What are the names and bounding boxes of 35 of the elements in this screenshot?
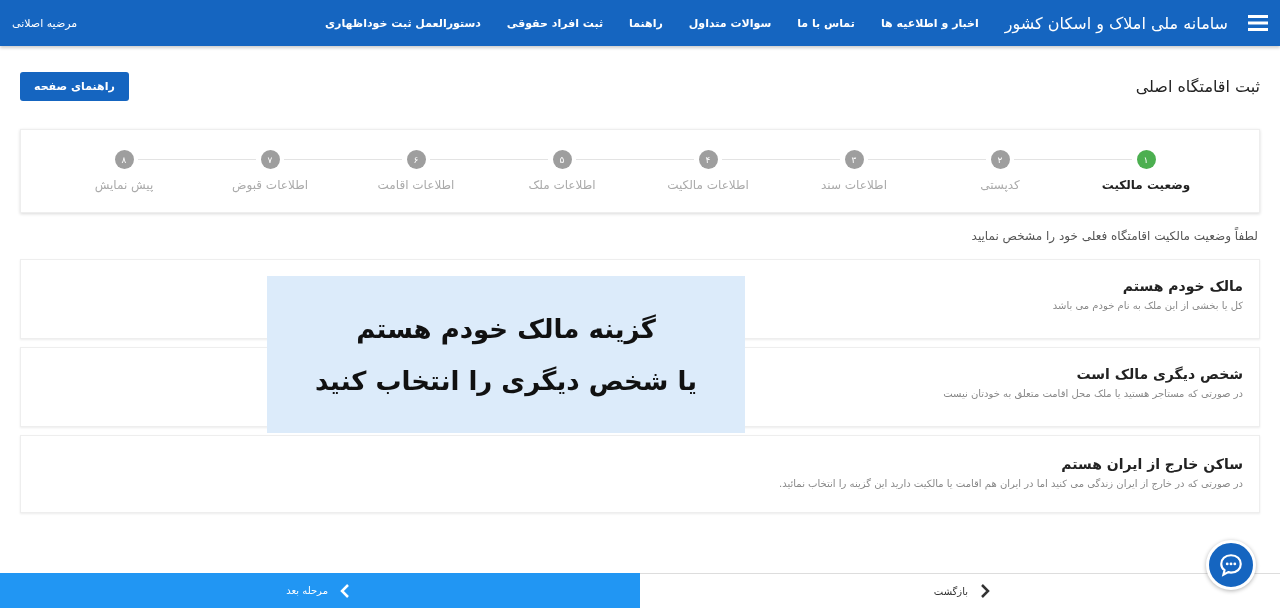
option-title: ساکن خارج از ایران هستم (1061, 456, 1243, 472)
page-title: ثبت اقامتگاه اصلی (1135, 77, 1260, 96)
step-label[interactable]: وضعیت مالکیت (1101, 178, 1191, 192)
step-number: ۷ (260, 150, 280, 169)
step-number: ۴ (698, 150, 718, 169)
step-number: ۶ (406, 150, 426, 169)
nav-link[interactable]: دستورالعمل ثبت خوداظهاری (325, 16, 481, 30)
step-number: ۸ (114, 150, 134, 169)
user-name[interactable]: مرضیه اصلانی (12, 16, 78, 30)
step-number: ۳ (844, 150, 864, 169)
app-title: سامانه ملی املاک و اسکان کشور (1004, 13, 1228, 33)
option-title: مالک خودم هستم (1122, 278, 1243, 294)
step-number: ۵ (552, 150, 572, 169)
step-number: ۱ (1136, 150, 1156, 169)
next-step-button[interactable]: مرحله بعد (0, 573, 640, 608)
option-description: در صورتی که در خارج از ایران زندگی می کنید اما در ایران هم اقامت یا مالکیت دارید این گزینه را انتخاب نمائید. (779, 478, 1243, 489)
annotation-text: گزینه مالک خودم هستم (356, 313, 656, 344)
instruction-text: لطفاً وضعیت مالکیت اقامتگاه فعلی خود را مشخص نمایید (970, 229, 1258, 243)
option-title: شخص دیگری مالک است (1076, 366, 1243, 382)
chat-button[interactable] (1206, 540, 1256, 590)
chat-bubble-icon (1218, 552, 1244, 578)
nav-link[interactable]: راهنما (629, 16, 663, 30)
option-description: کل یا بخشی از این ملک به نام خودم می باشد (1052, 300, 1243, 311)
menu-icon[interactable] (1248, 15, 1268, 31)
chevron-right-icon (980, 583, 990, 599)
step-number: ۲ (990, 150, 1010, 169)
nav-link[interactable]: سوالات متداول (688, 16, 772, 30)
nav-link[interactable]: ثبت افراد حقوقی (506, 16, 604, 30)
option-description: در صورتی که مستاجر هستید یا ملک محل اقامت متعلق به خودتان نیست (943, 388, 1243, 399)
option-card[interactable]: ساکن خارج از ایران هستم در صورتی که در خارج از ایران زندگی می کنید اما در ایران هم اقامت یا مالکیت دارید این گزینه را انتخاب نمائید. (20, 435, 1260, 513)
nav-link[interactable]: اخبار و اطلاعیه ها (880, 16, 979, 30)
page-help-button[interactable]: راهنمای صفحه (20, 72, 129, 101)
nav-link[interactable]: تماس با ما (797, 16, 855, 30)
chevron-left-icon (340, 582, 350, 599)
annotation-text: یا شخص دیگری را انتخاب کنید (315, 365, 697, 396)
